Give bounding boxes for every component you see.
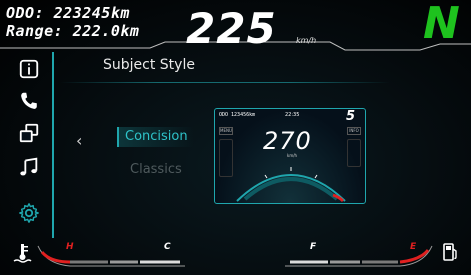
coolant-temperature-icon — [13, 244, 32, 263]
info-icon — [19, 59, 39, 79]
page-title: Subject Style — [103, 57, 195, 73]
fuel-empty-label: E — [410, 242, 417, 252]
speed-unit: km/h — [296, 36, 317, 45]
fuel-gauge — [285, 245, 433, 267]
sidebar-item-settings[interactable] — [14, 200, 44, 226]
title-divider — [60, 82, 390, 83]
sidebar-item-screen-mirror[interactable] — [14, 120, 44, 146]
theme-preview: ODO 123456km 22:35 5 MENU INFO 270 km/h — [214, 108, 366, 204]
fuel-pump-icon — [443, 243, 457, 261]
temperature-gauge — [37, 245, 185, 267]
range-readout: Range: 222.0km — [6, 22, 140, 40]
music-note-icon — [20, 157, 38, 176]
sidebar-item-music[interactable] — [14, 154, 44, 180]
back-chevron-icon[interactable]: ‹ — [76, 131, 82, 150]
temperature-high-label: H — [66, 242, 74, 252]
screen-mirror-icon — [19, 123, 39, 143]
sidebar-item-phone[interactable] — [14, 88, 44, 114]
preview-tachometer-arc — [236, 167, 346, 203]
gear-indicator: N — [423, 0, 460, 49]
temperature-low-label: C — [164, 242, 171, 252]
option-concision[interactable]: Concision — [117, 127, 194, 147]
sidebar-item-info[interactable] — [14, 56, 44, 82]
speed-readout: 225 — [186, 4, 277, 53]
dashboard-screen: ODO: 223245km Range: 222.0km 225 km/h N — [0, 0, 471, 275]
phone-icon — [21, 92, 37, 109]
option-classics[interactable]: Classics — [130, 162, 182, 177]
fuel-full-label: F — [310, 242, 317, 252]
odometer-readout: ODO: 223245km — [6, 4, 130, 22]
settings-gear-icon — [19, 203, 39, 223]
bottom-gauges: H C F E — [0, 234, 471, 275]
